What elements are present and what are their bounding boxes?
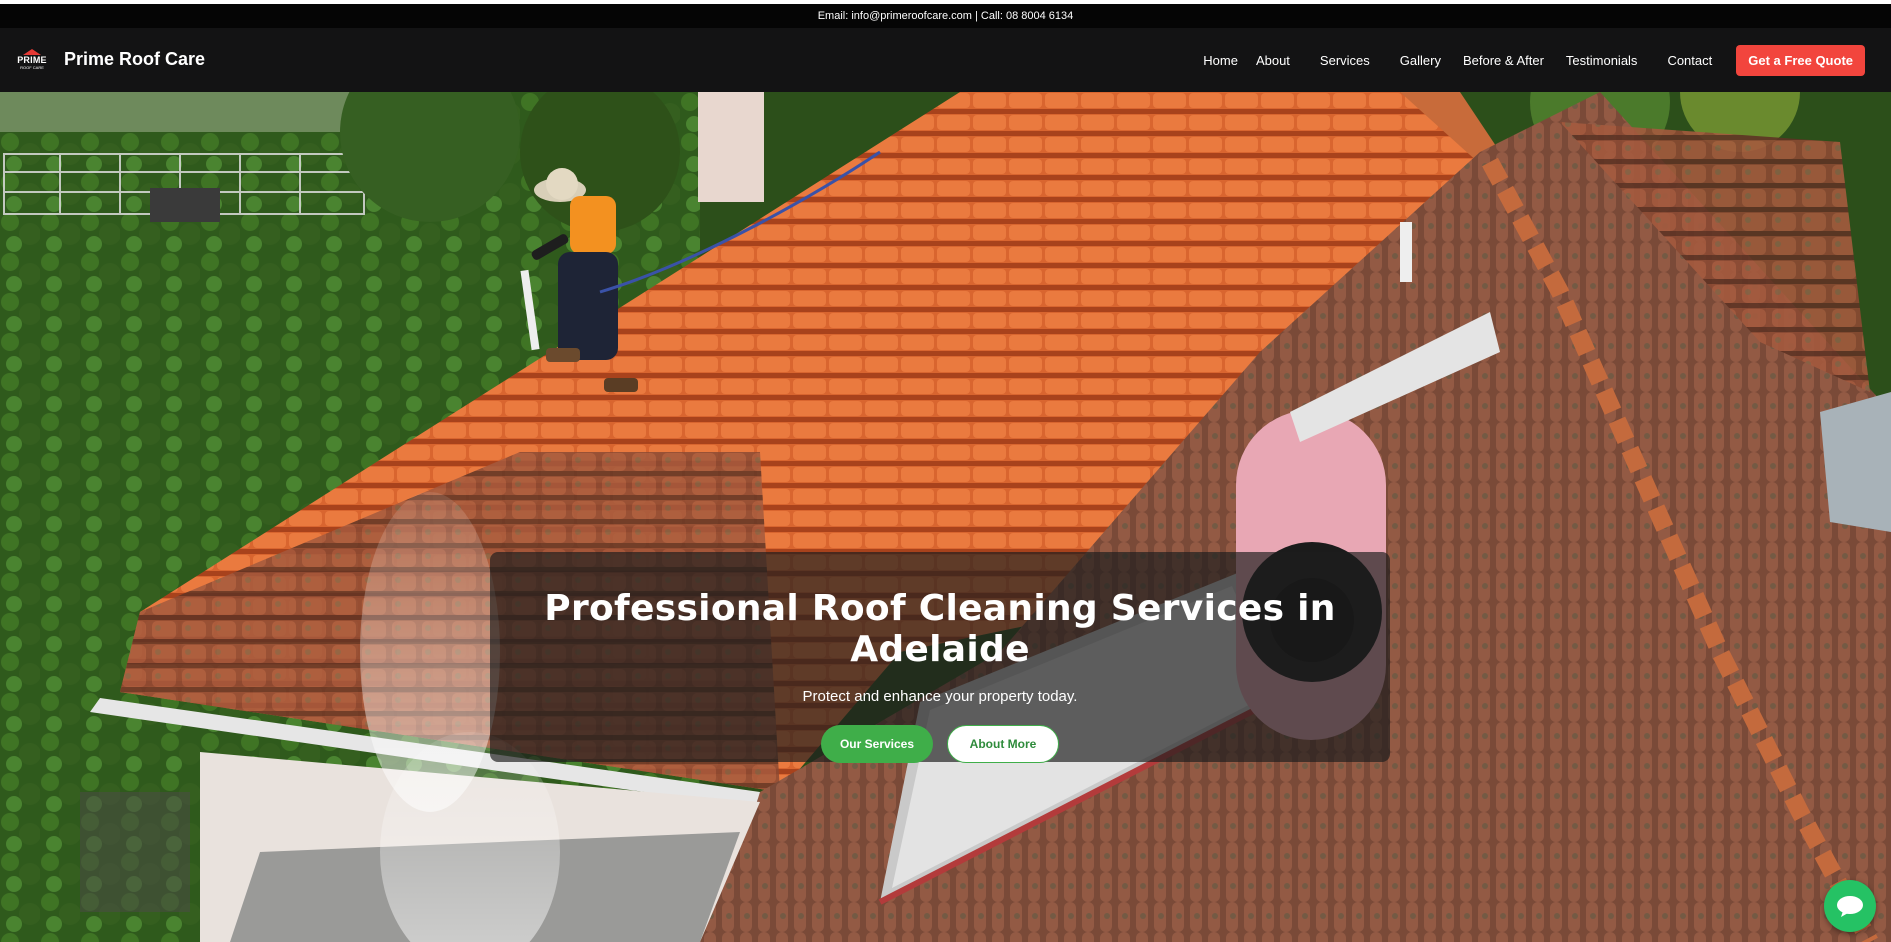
primary-nav: Home About Services Gallery Before & Aft… bbox=[1203, 44, 1865, 76]
nav-contact[interactable]: Contact bbox=[1667, 53, 1712, 68]
top-contact-bar: Email: info@primeroofcare.com | Call: 08… bbox=[0, 0, 1891, 28]
about-more-button[interactable]: About More bbox=[947, 725, 1059, 763]
free-quote-button[interactable]: Get a Free Quote bbox=[1736, 44, 1865, 76]
chat-glyph-icon bbox=[1837, 896, 1863, 917]
hero-overlay-card: Professional Roof Cleaning Services in A… bbox=[490, 552, 1390, 763]
brand[interactable]: PRIME ROOF CARE Prime Roof Care bbox=[14, 44, 205, 74]
hero-buttons: Our Services About More bbox=[490, 725, 1390, 763]
hero-section: Professional Roof Cleaning Services in A… bbox=[0, 92, 1891, 942]
contact-info-text: Email: info@primeroofcare.com | Call: 08… bbox=[817, 10, 1074, 22]
main-navbar: PRIME ROOF CARE Prime Roof Care Home Abo… bbox=[0, 28, 1891, 92]
hero-title: Professional Roof Cleaning Services in A… bbox=[544, 588, 1336, 670]
nav-before-after[interactable]: Before & After bbox=[1463, 53, 1544, 68]
roof-logo-icon: PRIME ROOF CARE bbox=[14, 44, 50, 74]
nav-testimonials[interactable]: Testimonials bbox=[1566, 53, 1638, 68]
nav-services[interactable]: Services bbox=[1320, 53, 1370, 68]
brand-name: Prime Roof Care bbox=[64, 48, 206, 69]
chat-bubble-icon[interactable] bbox=[1824, 880, 1876, 932]
logo-text-prime: PRIME bbox=[17, 54, 47, 65]
nav-gallery[interactable]: Gallery bbox=[1400, 53, 1441, 68]
nav-about[interactable]: About bbox=[1256, 53, 1290, 68]
hero-subtitle: Protect and enhance your property today. bbox=[802, 688, 1078, 705]
hero-roof-background-image bbox=[0, 92, 1891, 942]
nav-home[interactable]: Home bbox=[1203, 53, 1238, 68]
roof-mark-icon bbox=[23, 48, 41, 55]
logo-text-roofcare: ROOF CARE bbox=[20, 64, 44, 70]
our-services-button[interactable]: Our Services bbox=[821, 725, 933, 763]
